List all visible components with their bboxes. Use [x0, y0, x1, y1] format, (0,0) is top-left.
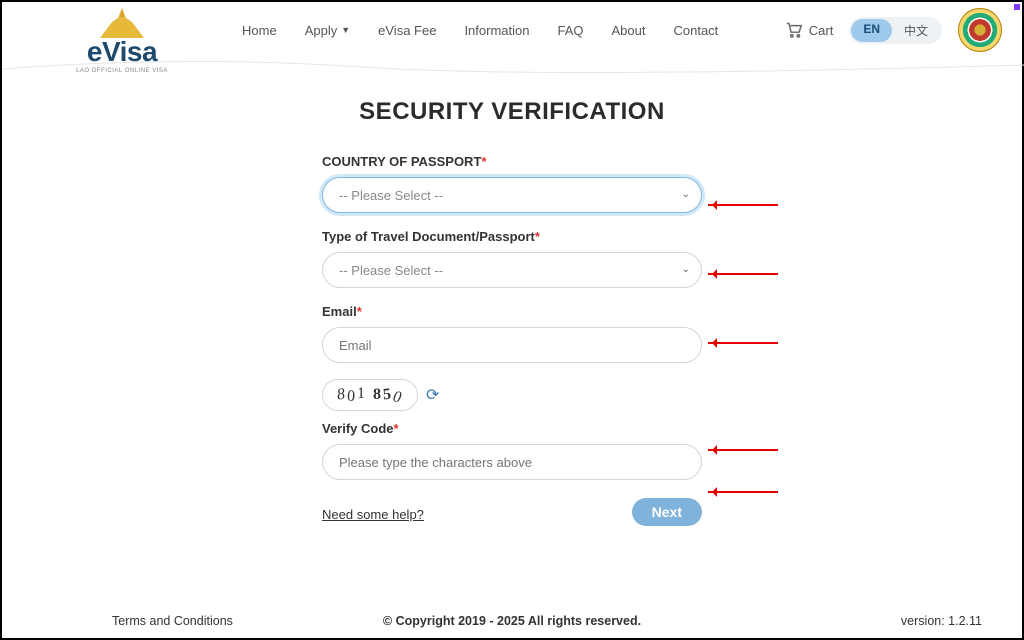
verify-code-label-text: Verify Code	[322, 421, 394, 436]
refresh-captcha-icon[interactable]: ⟳	[426, 385, 439, 405]
main-content: SECURITY VERIFICATION COUNTRY OF PASSPOR…	[2, 58, 1022, 526]
annotation-arrow	[708, 273, 778, 275]
annotation-arrow	[708, 342, 778, 344]
annotation-arrow	[708, 204, 778, 206]
page-title: SECURITY VERIFICATION	[359, 98, 665, 126]
nav-faq[interactable]: FAQ	[557, 23, 583, 38]
nav-evisa-fee[interactable]: eVisa Fee	[378, 23, 436, 38]
cart-label: Cart	[809, 23, 834, 38]
cart-link[interactable]: Cart	[785, 22, 834, 38]
verify-code-input[interactable]	[322, 444, 702, 480]
chevron-down-icon: ▼	[341, 25, 350, 35]
language-toggle: EN 中文	[849, 17, 942, 44]
country-select[interactable]: -- Please Select --	[322, 177, 702, 213]
form-footer: Need some help? Next	[322, 498, 702, 526]
cart-icon	[785, 22, 803, 38]
annotation-arrow	[708, 449, 778, 451]
terms-link[interactable]: Terms and Conditions	[112, 614, 233, 628]
captcha-row: 801 850 ⟳	[322, 379, 702, 411]
logo-subtitle: LAO OFFICIAL ONLINE VISA	[76, 68, 168, 74]
required-asterisk: *	[535, 229, 540, 244]
doc-type-select[interactable]: -- Please Select --	[322, 252, 702, 288]
site-logo[interactable]: eVisa LAO OFFICIAL ONLINE VISA	[42, 8, 202, 74]
copyright-text: © Copyright 2019 - 2025 All rights reser…	[383, 614, 641, 628]
verification-form: COUNTRY OF PASSPORT* -- Please Select --…	[322, 154, 702, 526]
email-label-text: Email	[322, 304, 357, 319]
version-text: version: 1.2.11	[901, 614, 982, 628]
nav-information[interactable]: Information	[464, 23, 529, 38]
email-label: Email*	[322, 304, 702, 319]
next-button[interactable]: Next	[632, 498, 702, 526]
annotation-arrow	[708, 491, 778, 493]
main-nav: Home Apply ▼ eVisa Fee Information FAQ A…	[242, 23, 718, 38]
lang-zh-button[interactable]: 中文	[892, 19, 940, 42]
national-seal-icon	[958, 8, 1002, 52]
required-asterisk: *	[357, 304, 362, 319]
email-input[interactable]	[322, 327, 702, 363]
header: eVisa LAO OFFICIAL ONLINE VISA Home Appl…	[2, 2, 1022, 58]
nav-home[interactable]: Home	[242, 23, 277, 38]
required-asterisk: *	[481, 154, 486, 169]
captcha-image: 801 850	[322, 379, 418, 411]
footer: Terms and Conditions © Copyright 2019 - …	[2, 614, 1022, 632]
logo-text: eVisa	[87, 38, 157, 66]
country-label-text: COUNTRY OF PASSPORT	[322, 154, 481, 169]
lang-en-button[interactable]: EN	[851, 19, 892, 42]
required-asterisk: *	[394, 421, 399, 436]
country-label: COUNTRY OF PASSPORT*	[322, 154, 702, 169]
nav-apply[interactable]: Apply ▼	[305, 23, 350, 38]
nav-contact[interactable]: Contact	[673, 23, 718, 38]
doc-type-label-text: Type of Travel Document/Passport	[322, 229, 535, 244]
help-link[interactable]: Need some help?	[322, 507, 424, 522]
verify-code-label: Verify Code*	[322, 421, 702, 436]
header-right: Cart EN 中文	[785, 8, 1002, 52]
nav-about[interactable]: About	[612, 23, 646, 38]
doc-type-label: Type of Travel Document/Passport*	[322, 229, 702, 244]
nav-apply-label: Apply	[305, 23, 338, 38]
